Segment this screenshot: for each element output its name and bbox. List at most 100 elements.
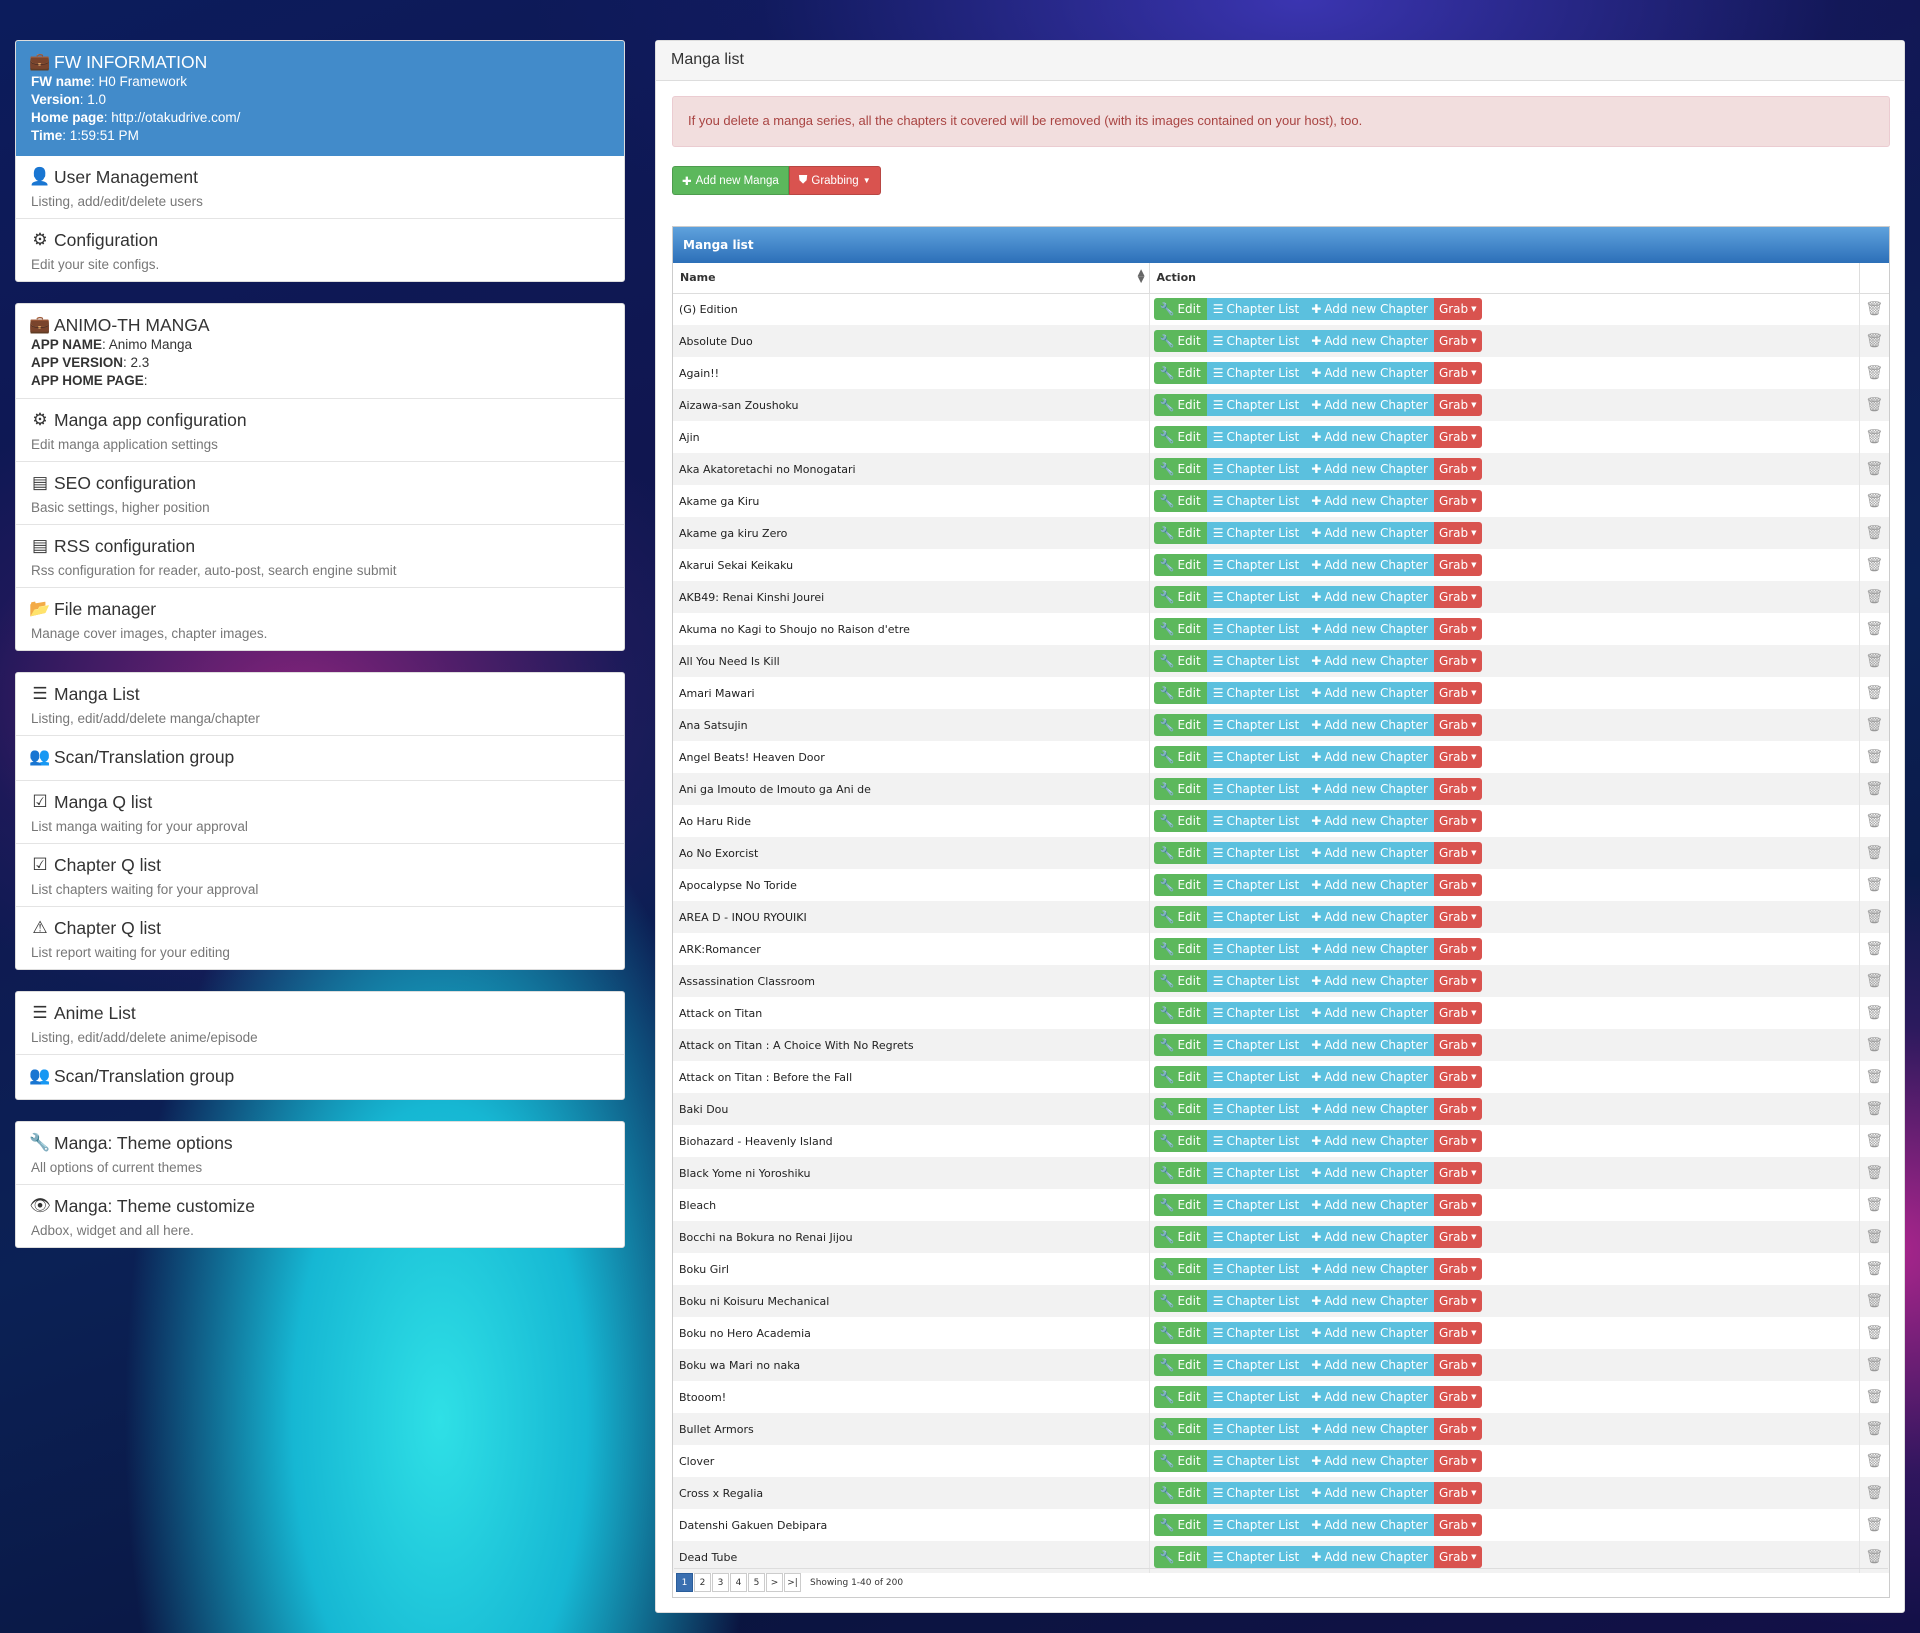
- add-chapter-button[interactable]: ✚ Add new Chapter: [1305, 746, 1434, 768]
- nav-item-manga-q-list[interactable]: ☑ Manga Q list List manga waiting for your…: [16, 781, 624, 844]
- edit-button[interactable]: 🔧 Edit: [1153, 810, 1207, 832]
- trash-icon[interactable]: 🗑: [1865, 717, 1883, 733]
- trash-icon[interactable]: 🗑: [1865, 749, 1883, 765]
- trash-icon[interactable]: 🗑: [1865, 941, 1883, 957]
- grab-dropdown-button[interactable]: Grab ▼: [1433, 618, 1482, 640]
- grab-dropdown-button[interactable]: Grab ▼: [1433, 810, 1482, 832]
- edit-button[interactable]: 🔧 Edit: [1153, 938, 1207, 960]
- grab-dropdown-button[interactable]: Grab ▼: [1433, 1450, 1482, 1472]
- add-chapter-button[interactable]: ✚ Add new Chapter: [1305, 458, 1434, 480]
- chapter-list-button[interactable]: ☰ Chapter List: [1206, 1130, 1306, 1152]
- grab-dropdown-button[interactable]: Grab ▼: [1433, 554, 1482, 576]
- edit-button[interactable]: 🔧 Edit: [1153, 1354, 1207, 1376]
- grab-dropdown-button[interactable]: Grab ▼: [1433, 1354, 1482, 1376]
- chapter-list-button[interactable]: ☰ Chapter List: [1206, 1546, 1306, 1568]
- chapter-list-button[interactable]: ☰ Chapter List: [1206, 1322, 1306, 1344]
- add-chapter-button[interactable]: ✚ Add new Chapter: [1305, 554, 1434, 576]
- grab-dropdown-button[interactable]: Grab ▼: [1433, 1066, 1482, 1088]
- add-chapter-button[interactable]: ✚ Add new Chapter: [1305, 810, 1434, 832]
- edit-button[interactable]: 🔧 Edit: [1153, 1386, 1207, 1408]
- grab-dropdown-button[interactable]: Grab ▼: [1433, 650, 1482, 672]
- chapter-list-button[interactable]: ☰ Chapter List: [1206, 1450, 1306, 1472]
- chapter-list-button[interactable]: ☰ Chapter List: [1206, 1162, 1306, 1184]
- add-chapter-button[interactable]: ✚ Add new Chapter: [1305, 618, 1434, 640]
- edit-button[interactable]: 🔧 Edit: [1153, 522, 1207, 544]
- grab-dropdown-button[interactable]: Grab ▼: [1433, 394, 1482, 416]
- add-chapter-button[interactable]: ✚ Add new Chapter: [1305, 1354, 1434, 1376]
- chapter-list-button[interactable]: ☰ Chapter List: [1206, 330, 1306, 352]
- add-chapter-button[interactable]: ✚ Add new Chapter: [1305, 522, 1434, 544]
- add-chapter-button[interactable]: ✚ Add new Chapter: [1305, 586, 1434, 608]
- add-chapter-button[interactable]: ✚ Add new Chapter: [1305, 842, 1434, 864]
- trash-icon[interactable]: 🗑: [1865, 1197, 1883, 1213]
- trash-icon[interactable]: 🗑: [1865, 333, 1883, 349]
- add-chapter-button[interactable]: ✚ Add new Chapter: [1305, 1546, 1434, 1568]
- add-chapter-button[interactable]: ✚ Add new Chapter: [1305, 938, 1434, 960]
- nav-item-manga-list[interactable]: ☰ Manga List Listing, edit/add/delete mang…: [16, 673, 624, 736]
- add-chapter-button[interactable]: ✚ Add new Chapter: [1305, 298, 1434, 321]
- grab-dropdown-button[interactable]: Grab ▼: [1433, 938, 1482, 960]
- trash-icon[interactable]: 🗑: [1865, 1261, 1883, 1277]
- chapter-list-button[interactable]: ☰ Chapter List: [1206, 1418, 1306, 1440]
- add-chapter-button[interactable]: ✚ Add new Chapter: [1305, 490, 1434, 512]
- add-chapter-button[interactable]: ✚ Add new Chapter: [1305, 330, 1434, 352]
- sort-icon[interactable]: ▲ ▼: [1138, 269, 1145, 285]
- chapter-list-button[interactable]: ☰ Chapter List: [1206, 842, 1306, 864]
- chapter-list-button[interactable]: ☰ Chapter List: [1206, 618, 1306, 640]
- edit-button[interactable]: 🔧 Edit: [1153, 1066, 1207, 1088]
- grab-dropdown-button[interactable]: Grab ▼: [1433, 906, 1482, 928]
- chapter-list-button[interactable]: ☰ Chapter List: [1206, 554, 1306, 576]
- chapter-list-button[interactable]: ☰ Chapter List: [1206, 1290, 1306, 1312]
- grab-dropdown-button[interactable]: Grab ▼: [1433, 842, 1482, 864]
- add-chapter-button[interactable]: ✚ Add new Chapter: [1305, 1514, 1434, 1536]
- nav-item-scan-translation-group[interactable]: 👥 Scan/Translation group: [16, 736, 624, 781]
- chapter-list-button[interactable]: ☰ Chapter List: [1206, 1002, 1306, 1024]
- nav-item-manga-theme-customize[interactable]: 👁 Manga: Theme customize Adbox, widget and…: [16, 1185, 624, 1247]
- trash-icon[interactable]: 🗑: [1865, 621, 1883, 637]
- add-chapter-button[interactable]: ✚ Add new Chapter: [1305, 1258, 1434, 1280]
- page-link[interactable]: >|: [784, 1573, 801, 1592]
- trash-icon[interactable]: 🗑: [1865, 685, 1883, 701]
- edit-button[interactable]: 🔧 Edit: [1153, 554, 1207, 576]
- trash-icon[interactable]: 🗑: [1865, 1549, 1883, 1565]
- edit-button[interactable]: 🔧 Edit: [1153, 1322, 1207, 1344]
- nav-item-chapter-q-list[interactable]: ⚠ Chapter Q list List report waiting for y…: [16, 907, 624, 969]
- trash-icon[interactable]: 🗑: [1865, 557, 1883, 573]
- trash-icon[interactable]: 🗑: [1865, 1069, 1883, 1085]
- edit-button[interactable]: 🔧 Edit: [1153, 1418, 1207, 1440]
- page-link[interactable]: 3: [712, 1573, 729, 1592]
- grab-dropdown-button[interactable]: Grab ▼: [1433, 1514, 1482, 1536]
- grab-dropdown-button[interactable]: Grab ▼: [1433, 682, 1482, 704]
- edit-button[interactable]: 🔧 Edit: [1153, 1098, 1207, 1120]
- grab-dropdown-button[interactable]: Grab ▼: [1433, 1418, 1482, 1440]
- trash-icon[interactable]: 🗑: [1865, 429, 1883, 445]
- add-chapter-button[interactable]: ✚ Add new Chapter: [1305, 1482, 1434, 1504]
- chapter-list-button[interactable]: ☰ Chapter List: [1206, 458, 1306, 480]
- edit-button[interactable]: 🔧 Edit: [1153, 1514, 1207, 1536]
- add-chapter-button[interactable]: ✚ Add new Chapter: [1305, 1418, 1434, 1440]
- nav-item-configuration[interactable]: ⚙ Configuration Edit your site configs.: [16, 219, 624, 281]
- add-chapter-button[interactable]: ✚ Add new Chapter: [1305, 1098, 1434, 1120]
- edit-button[interactable]: 🔧 Edit: [1153, 586, 1207, 608]
- trash-icon[interactable]: 🗑: [1865, 301, 1883, 317]
- add-chapter-button[interactable]: ✚ Add new Chapter: [1305, 1226, 1434, 1248]
- add-chapter-button[interactable]: ✚ Add new Chapter: [1305, 1322, 1434, 1344]
- edit-button[interactable]: 🔧 Edit: [1153, 1258, 1207, 1280]
- edit-button[interactable]: 🔧 Edit: [1153, 1450, 1207, 1472]
- trash-icon[interactable]: 🗑: [1865, 589, 1883, 605]
- page-link[interactable]: 2: [694, 1573, 711, 1592]
- add-chapter-button[interactable]: ✚ Add new Chapter: [1305, 1034, 1434, 1056]
- chapter-list-button[interactable]: ☰ Chapter List: [1206, 938, 1306, 960]
- nav-item-manga-app-configuration[interactable]: ⚙ Manga app configuration Edit manga appli…: [16, 399, 624, 462]
- trash-icon[interactable]: 🗑: [1865, 1229, 1883, 1245]
- grab-dropdown-button[interactable]: Grab ▼: [1433, 1386, 1482, 1408]
- nav-item-anime-list[interactable]: ☰ Anime List Listing, edit/add/delete anim…: [16, 992, 624, 1055]
- add-chapter-button[interactable]: ✚ Add new Chapter: [1305, 1386, 1434, 1408]
- edit-button[interactable]: 🔧 Edit: [1153, 618, 1207, 640]
- trash-icon[interactable]: 🗑: [1865, 493, 1883, 509]
- chapter-list-button[interactable]: ☰ Chapter List: [1206, 426, 1306, 448]
- nav-item-file-manager[interactable]: 📂 File manager Manage cover images, chapte…: [16, 588, 624, 650]
- column-header-name[interactable]: Name ▲ ▼: [673, 263, 1150, 294]
- chapter-list-button[interactable]: ☰ Chapter List: [1206, 1098, 1306, 1120]
- chapter-list-button[interactable]: ☰ Chapter List: [1206, 746, 1306, 768]
